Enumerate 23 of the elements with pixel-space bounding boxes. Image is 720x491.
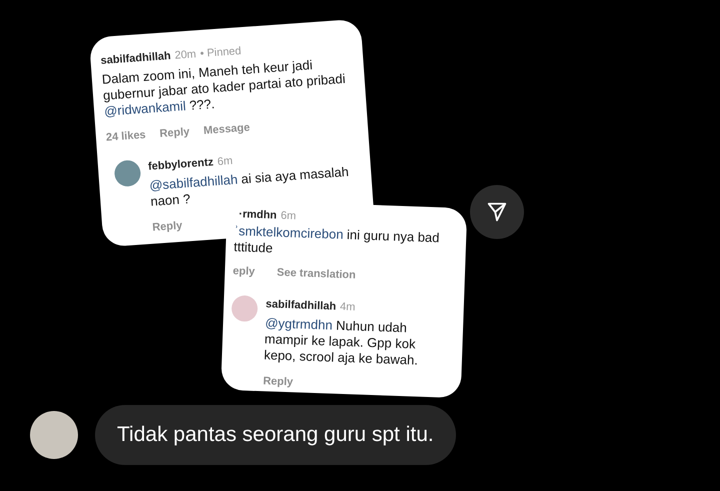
action-link[interactable]: See translation bbox=[276, 264, 356, 284]
action-link[interactable]: Reply bbox=[262, 372, 294, 390]
timestamp: 6m bbox=[216, 154, 234, 170]
timestamp: 20m bbox=[174, 47, 197, 64]
avatar bbox=[114, 160, 142, 188]
username: sabilfadhillah bbox=[265, 297, 336, 315]
pinned-label: • Pinned bbox=[200, 44, 242, 62]
message-bubble: Tidak pantas seorang guru spt itu. bbox=[95, 405, 456, 465]
avatar bbox=[30, 411, 78, 459]
avatar bbox=[231, 295, 258, 322]
mention-link[interactable]: ʾsmktelkomcirebon bbox=[234, 222, 344, 242]
action-link[interactable]: Reply bbox=[152, 217, 183, 236]
username: ·rmdhn bbox=[238, 207, 278, 224]
comment-text: @ygtrmdhn Nuhun udah mampir ke lapak. Gpp kok kepo, scrool aja ke bawah. bbox=[264, 314, 420, 370]
username: sabilfadhillah bbox=[100, 49, 172, 69]
mention-link[interactable]: @ygtrmdhn bbox=[264, 314, 333, 332]
action-link[interactable]: Reply bbox=[159, 123, 190, 142]
action-link[interactable]: 24 likes bbox=[105, 126, 146, 146]
action-link[interactable]: Message bbox=[202, 119, 250, 139]
send-icon bbox=[486, 201, 508, 223]
action-link[interactable]: eply bbox=[232, 262, 256, 280]
timestamp: 6m bbox=[280, 208, 296, 224]
timestamp: 4m bbox=[340, 300, 356, 316]
